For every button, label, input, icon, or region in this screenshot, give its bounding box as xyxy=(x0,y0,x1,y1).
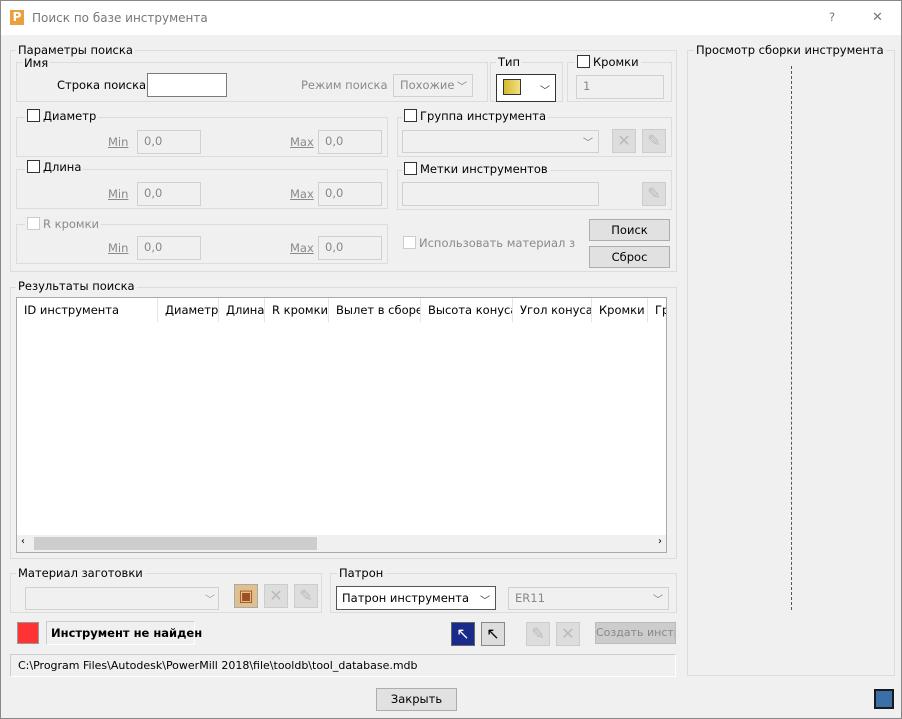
edit-pencil-icon[interactable]: ✎ xyxy=(642,129,666,153)
status-color-indicator xyxy=(17,622,39,644)
use-material-label: Использовать материал заго xyxy=(419,236,575,250)
reset-button[interactable]: Сброс xyxy=(589,246,670,268)
delete-icon[interactable]: ✕ xyxy=(612,129,636,153)
delete-icon[interactable]: ✕ xyxy=(264,584,288,608)
diameter-min-input[interactable]: 0,0 xyxy=(137,130,201,154)
column-header[interactable]: Угол конуса xyxy=(513,298,592,322)
window-title: Поиск по базе инструмента xyxy=(32,11,208,25)
chevron-down-icon: ﹀ xyxy=(205,595,215,606)
scrollbar-thumb[interactable] xyxy=(34,537,317,550)
chevron-down-icon: ﹀ xyxy=(583,138,593,149)
diameter-max-label: Max xyxy=(290,135,314,149)
edges-label: Кромки xyxy=(593,55,639,69)
length-max-label: Max xyxy=(290,187,314,201)
column-header[interactable]: Длина xyxy=(219,298,265,322)
search-string-label: Строка поиска xyxy=(57,78,147,92)
edit-pencil-icon[interactable]: ✎ xyxy=(294,584,318,608)
chevron-down-icon: ﹀ xyxy=(457,82,467,93)
column-header[interactable]: Вылет в сборе xyxy=(329,298,421,322)
database-path: C:\Program Files\Autodesk\PowerMill 2018… xyxy=(10,654,676,677)
material-legend: Материал заготовки xyxy=(16,566,145,580)
preview-legend: Просмотр сборки инструмента xyxy=(694,43,886,57)
tool-group-select[interactable]: ﹀ xyxy=(402,130,599,153)
search-mode-select[interactable]: Похожие ﹀ xyxy=(393,74,473,97)
app-corner-icon xyxy=(874,689,894,709)
horizontal-scrollbar[interactable]: ‹ › xyxy=(17,535,666,552)
diameter-label: Диаметр xyxy=(43,109,97,123)
help-button[interactable]: ? xyxy=(829,10,835,24)
tool-group-label: Группа инструмента xyxy=(420,109,546,123)
search-params-legend: Параметры поиска xyxy=(16,43,135,57)
close-window-button[interactable]: ✕ xyxy=(872,10,883,25)
radius-min-label: Min xyxy=(108,241,129,255)
radius-label: R кромки xyxy=(43,217,100,231)
holder-model-select[interactable]: ER11 ﹀ xyxy=(508,587,669,610)
delete-icon[interactable]: ✕ xyxy=(556,622,580,646)
scroll-left-arrow[interactable]: ‹ xyxy=(21,536,25,547)
holder-value: Патрон инструмента xyxy=(342,591,470,605)
table-header: ID инструмента Диаметр Длина R кромки Вы… xyxy=(17,298,666,323)
column-header[interactable]: Диаметр xyxy=(158,298,219,322)
column-header[interactable]: ID инструмента xyxy=(17,298,158,322)
holder-select[interactable]: Патрон инструмента ﹀ xyxy=(336,586,496,610)
radius-max-label: Max xyxy=(290,241,314,255)
create-tool-button[interactable]: Создать инстр xyxy=(595,622,676,644)
tool-tags-input[interactable] xyxy=(402,182,599,206)
edit-pencil-icon[interactable]: ✎ xyxy=(642,182,666,206)
diameter-checkbox[interactable]: Диаметр xyxy=(25,109,99,123)
results-table[interactable]: ID инструмента Диаметр Длина R кромки Вы… xyxy=(16,297,667,553)
search-mode-label: Режим поиска xyxy=(301,78,388,92)
search-button[interactable]: Поиск xyxy=(589,219,670,241)
select-list-alt-icon[interactable]: ↖ xyxy=(481,622,505,646)
close-button[interactable]: Закрыть xyxy=(376,688,457,711)
radius-max-input[interactable]: 0,0 xyxy=(318,236,382,260)
search-mode-value: Похожие xyxy=(400,78,455,92)
tool-type-select[interactable]: ﹀ xyxy=(496,74,556,102)
search-string-input[interactable] xyxy=(147,73,227,97)
tool-type-icon xyxy=(503,79,521,95)
chevron-down-icon: ﹀ xyxy=(653,595,663,606)
tool-group-checkbox[interactable]: Группа инструмента xyxy=(402,109,548,123)
app-logo-icon: P xyxy=(10,10,24,25)
status-text: Инструмент не найден xyxy=(46,621,202,645)
tool-tags-checkbox[interactable]: Метки инструментов xyxy=(402,162,550,176)
length-min-input[interactable]: 0,0 xyxy=(137,182,201,206)
radius-checkbox[interactable]: R кромки xyxy=(25,217,102,231)
chevron-down-icon: ﹀ xyxy=(540,86,550,97)
use-material-checkbox[interactable]: Использовать материал заго xyxy=(403,236,575,250)
column-header[interactable]: Кромки xyxy=(592,298,648,322)
material-box-icon[interactable]: ▣ xyxy=(234,584,258,608)
edit-pencil-icon[interactable]: ✎ xyxy=(526,622,550,646)
length-checkbox[interactable]: Длина xyxy=(25,160,84,174)
preview-axis-line xyxy=(791,66,792,610)
column-header[interactable]: Высота конуса xyxy=(421,298,513,322)
chevron-down-icon: ﹀ xyxy=(480,596,490,607)
diameter-min-label: Min xyxy=(108,135,129,149)
type-legend: Тип xyxy=(496,55,523,69)
tool-tags-label: Метки инструментов xyxy=(420,162,548,176)
length-label: Длина xyxy=(43,160,82,174)
length-min-label: Min xyxy=(108,187,129,201)
radius-min-input[interactable]: 0,0 xyxy=(137,236,201,260)
diameter-max-input[interactable]: 0,0 xyxy=(318,130,382,154)
length-max-input[interactable]: 0,0 xyxy=(318,182,382,206)
results-legend: Результаты поиска xyxy=(16,279,137,293)
edges-input[interactable]: 1 xyxy=(576,75,664,99)
column-header[interactable]: Гр xyxy=(648,298,666,322)
name-legend: Имя xyxy=(22,56,51,70)
material-select[interactable] xyxy=(25,587,219,610)
edges-checkbox[interactable]: Кромки xyxy=(575,55,641,69)
holder-legend: Патрон xyxy=(337,566,386,580)
select-list-icon[interactable]: ↖ xyxy=(451,622,475,646)
scroll-right-arrow[interactable]: › xyxy=(658,536,662,547)
column-header[interactable]: R кромки xyxy=(265,298,329,322)
holder-model-value: ER11 xyxy=(515,591,545,605)
title-bar: P Поиск по базе инструмента ? ✕ xyxy=(1,1,901,35)
